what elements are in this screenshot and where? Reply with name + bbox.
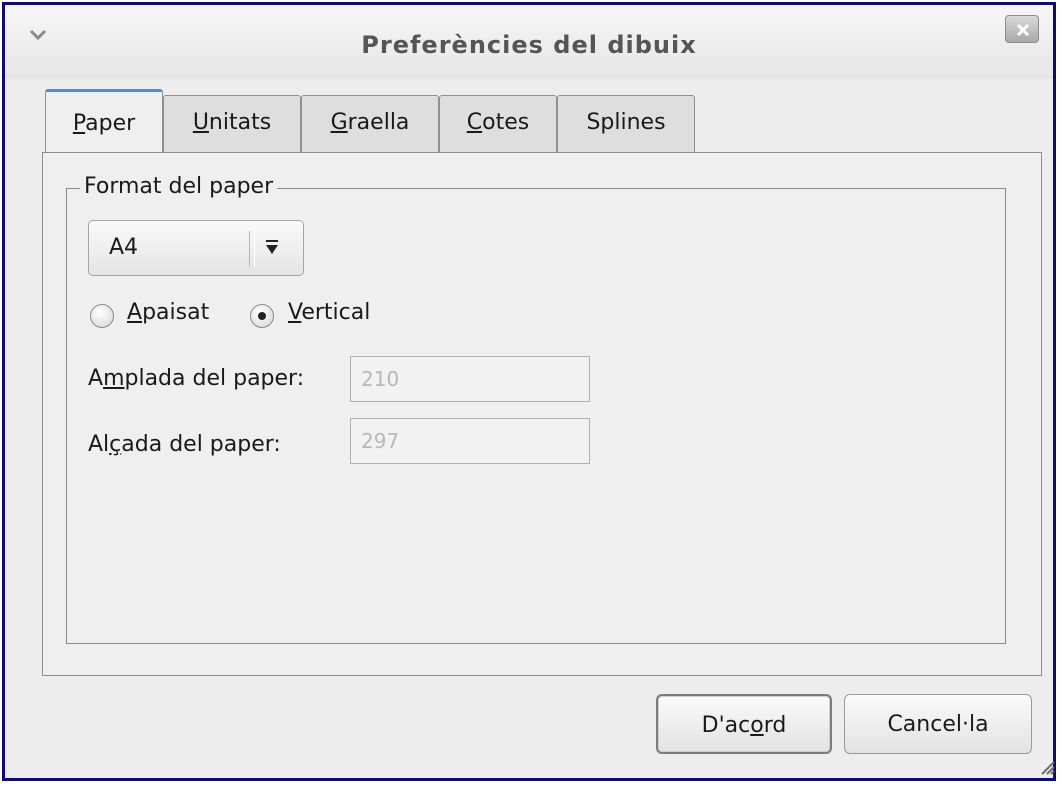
paper-width-label: Amplada del paper: [88,366,304,391]
paper-width-field[interactable] [350,356,590,402]
close-icon [1016,23,1030,37]
resize-grip-icon[interactable] [1037,757,1055,779]
tab-unitats-mnemonic: U [192,110,209,135]
paper-width-label-post: plada del paper: [124,366,305,391]
tab-graella-mnemonic: G [330,110,348,135]
window-title: Preferències del dibuix [361,31,697,59]
ok-button[interactable]: D'acord [656,694,832,754]
paper-format-frame-label: Format del paper [80,174,278,199]
paper-height-label-post: ada del paper: [121,432,281,457]
tab-cotes-mnemonic: C [466,110,483,135]
tab-paper[interactable]: Paper [45,89,163,153]
combo-separator [249,231,255,267]
title-bar[interactable]: Preferències del dibuix [5,5,1053,79]
paper-height-label-pre: Al [88,432,110,457]
cancel-button[interactable]: Cancel·la [844,694,1032,754]
tab-unitats[interactable]: Unitats [163,95,301,153]
paper-width-label-pre: A [88,366,104,391]
radio-selected-dot [258,312,266,320]
tab-cotes[interactable]: Cotes [439,95,557,153]
ok-label-post: rd [763,713,787,738]
tab-splines-label: Splines [586,110,666,135]
paper-width-mnemonic: m [103,366,125,391]
paper-format-value: A4 [109,235,139,260]
portrait-label-text: ertical [301,300,371,325]
ok-label-pre: D'ac [701,713,751,738]
paper-height-mnemonic: ç [109,432,122,457]
tab-paper-mnemonic: P [72,111,86,136]
dropdown-arrow-icon [265,239,279,261]
portrait-radio[interactable] [250,304,274,328]
tab-unitats-label: nitats [208,110,272,135]
ok-mnemonic: o [750,713,764,738]
paper-height-field[interactable] [350,418,590,464]
landscape-mnemonic: A [127,300,143,325]
portrait-mnemonic: V [288,300,302,325]
landscape-radio-label[interactable]: Apaisat [127,300,209,325]
portrait-radio-label[interactable]: Vertical [288,300,370,325]
tab-cotes-label: otes [482,110,530,135]
tab-graella-label: raella [347,110,410,135]
close-button[interactable] [1005,15,1039,43]
landscape-radio[interactable] [90,304,114,328]
tab-splines[interactable]: Splines [557,95,695,153]
paper-height-label: Alçada del paper: [88,432,281,457]
landscape-label-text: paisat [142,300,210,325]
paper-format-select[interactable]: A4 [88,220,304,276]
tab-paper-label: aper [85,111,136,136]
tab-graella[interactable]: Graella [301,95,439,153]
